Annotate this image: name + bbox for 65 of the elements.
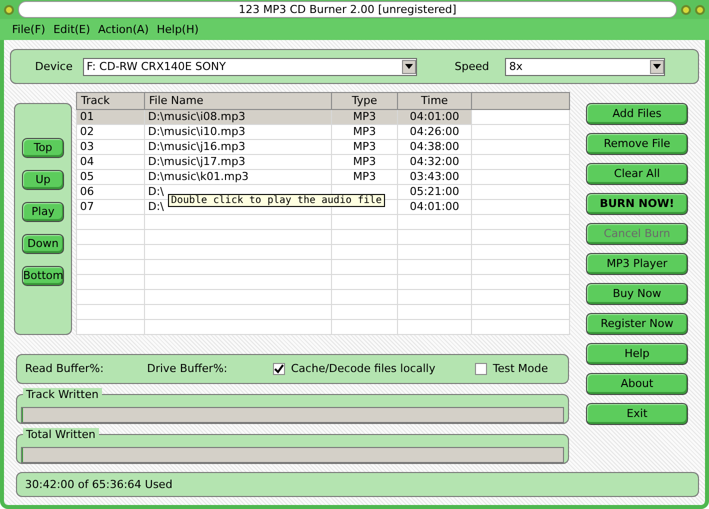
status-text: 30:42:00 of 65:36:64 Used [25, 478, 172, 491]
checkbox-label: Cache/Decode files locally [291, 362, 436, 376]
table-cell: MP3 [352, 125, 376, 138]
menu-item[interactable]: File(F) [12, 23, 46, 36]
table-cell: D:\music\k01.mp3 [148, 170, 249, 183]
menu-item[interactable]: Help(H) [156, 23, 199, 36]
track-table[interactable] [76, 92, 570, 335]
action-button[interactable]: Help [586, 342, 688, 365]
checkbox[interactable] [273, 362, 285, 375]
action-button[interactable]: Remove File [586, 132, 688, 155]
move-button[interactable]: Down [22, 234, 64, 254]
table-cell: D:\ [148, 185, 164, 198]
column-header[interactable]: Time [398, 92, 472, 110]
table-cell: D:\music\j17.mp3 [148, 155, 246, 168]
table-cell: 04:26:00 [410, 125, 460, 138]
table-cell: MP3 [352, 170, 376, 183]
column-header[interactable]: Track [76, 92, 144, 110]
action-button[interactable]: About [586, 372, 688, 395]
progress-label: Total Written [23, 428, 99, 441]
speed-label: Speed [454, 60, 490, 74]
action-button[interactable]: Clear All [586, 162, 688, 185]
table-cell: MP3 [352, 155, 376, 168]
action-button[interactable]: MP3 Player [586, 252, 688, 275]
action-button[interactable]: Register Now [586, 312, 688, 335]
read-buffer-label: Read Buffer%: [25, 362, 105, 376]
table-cell: 06 [80, 185, 94, 198]
table-cell: 03:43:00 [410, 170, 460, 183]
table-cell: D:\ [148, 200, 164, 213]
table-cell: 04 [80, 155, 94, 168]
window-title: 123 MP3 CD Burner 2.00 [unregistered] [18, 1, 677, 18]
table-cell: 03 [80, 140, 94, 153]
speed-dropdown[interactable]: 8x [505, 58, 666, 76]
table-cell: D:\music\j16.mp3 [148, 140, 246, 153]
table-cell: 05:21:00 [410, 185, 460, 198]
device-dropdown[interactable]: F: CD-RW CRX140E SONY [82, 58, 417, 76]
action-button[interactable]: Add Files [586, 102, 688, 125]
action-button[interactable]: Buy Now [586, 282, 688, 305]
table-cell: 04:01:00 [410, 110, 460, 123]
table-cell: 04:32:00 [410, 155, 460, 168]
move-button[interactable]: Bottom [22, 266, 64, 286]
table-cell: 04:38:00 [410, 140, 460, 153]
action-button[interactable]: BURN NOW! [586, 192, 688, 215]
column-header[interactable]: File Name [144, 92, 332, 110]
table-cell: D:\music\i08.mp3 [148, 110, 246, 123]
device-label: Device [35, 60, 73, 74]
checkbox[interactable] [474, 362, 487, 375]
table-cell: 07 [80, 200, 94, 213]
drive-buffer-label: Drive Buffer%: [147, 362, 228, 376]
table-cell: 01 [80, 110, 94, 123]
menu-item[interactable]: Edit(E) [53, 23, 90, 36]
column-header[interactable]: Type [332, 92, 398, 110]
move-button[interactable]: Top [22, 138, 64, 158]
menu-item[interactable]: Action(A) [98, 23, 149, 36]
move-button[interactable]: Play [22, 202, 64, 222]
table-cell: 04:01:00 [410, 200, 460, 213]
tooltip: Double click to play the audio file [168, 194, 385, 207]
checkbox-label: Test Mode [492, 362, 548, 376]
move-button[interactable]: Up [22, 170, 64, 190]
action-button[interactable]: Exit [586, 402, 688, 425]
table-cell: MP3 [352, 110, 376, 123]
table-cell: MP3 [352, 140, 376, 153]
table-cell: 02 [80, 125, 94, 138]
table-cell: 05 [80, 170, 94, 183]
progress-label: Track Written [23, 388, 102, 401]
table-cell: D:\music\i10.mp3 [148, 125, 246, 138]
